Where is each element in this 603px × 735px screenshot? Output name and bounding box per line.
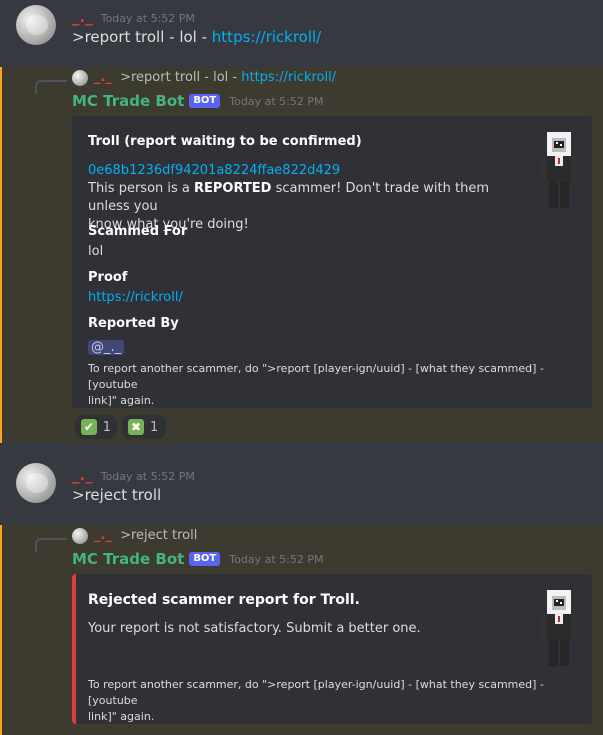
embed-footer: To report another scammer, do ">report [… [88, 361, 578, 409]
reply-username: _._ [94, 528, 112, 543]
reply-text: >reject troll [120, 528, 198, 543]
embed-footer: To report another scammer, do ">report [… [88, 677, 578, 725]
embed-uuid-link[interactable]: 0e68b1236df94201a8224ffae822d429 [88, 162, 340, 180]
embed-title: Rejected scammer report for Troll. [88, 592, 360, 608]
timestamp: Today at 5:52 PM [100, 12, 195, 25]
timestamp: Today at 5:52 PM [229, 552, 324, 566]
footer-text: link]" again. [88, 394, 155, 407]
message-link[interactable]: https://rickroll/ [212, 28, 321, 46]
reaction-count: 1 [150, 419, 159, 435]
reaction-count: 1 [102, 419, 111, 435]
bot-badge: BOT [189, 94, 221, 108]
field-name-scammed-for: Scammed For [88, 224, 188, 239]
message-content: >report troll - lol - https://rickroll/ [72, 28, 321, 46]
field-value-proof[interactable]: https://rickroll/ [88, 290, 183, 305]
reply-text: >report troll - lol - [120, 70, 242, 85]
reply-connector [35, 80, 67, 94]
reply-preview[interactable]: _._ >reject troll [94, 528, 197, 543]
highlight-bar [0, 67, 2, 443]
footer-text: To report another scammer, do ">report [… [88, 678, 544, 707]
skin-thumbnail [540, 132, 578, 208]
bot-username[interactable]: MC Trade Bot [72, 92, 184, 110]
field-name-reported-by: Reported By [88, 316, 179, 331]
username[interactable]: _._ [72, 8, 93, 26]
footer-text: To report another scammer, do ">report [… [88, 362, 544, 391]
reply-connector [35, 538, 67, 552]
user-avatar[interactable] [16, 463, 56, 503]
desc-bold: REPORTED [194, 181, 272, 196]
reaction-check[interactable]: ✔ 1 [75, 415, 117, 439]
check-mark-icon: ✔ [81, 419, 97, 435]
message-text: >report troll - lol - [72, 28, 212, 46]
field-value-scammed-for: lol [88, 244, 104, 259]
bot-badge: BOT [189, 552, 221, 566]
username[interactable]: _._ [72, 466, 93, 484]
user-mention[interactable]: @_._ [88, 340, 125, 355]
skin-thumbnail [540, 590, 578, 666]
embed-title: Troll (report waiting to be confirmed) [88, 134, 362, 149]
footer-text: link]" again. [88, 710, 155, 723]
reaction-cross[interactable]: ✖ 1 [122, 415, 166, 439]
reply-preview[interactable]: _._ >report troll - lol - https://rickro… [94, 70, 336, 85]
desc-text: This person is a [88, 181, 195, 196]
field-name-proof: Proof [88, 270, 128, 285]
reply-avatar [72, 70, 88, 86]
reply-username: _._ [94, 70, 112, 85]
timestamp: Today at 5:52 PM [229, 94, 324, 108]
highlight-bar [0, 525, 2, 735]
timestamp: Today at 5:52 PM [100, 470, 195, 483]
bot-username[interactable]: MC Trade Bot [72, 550, 184, 568]
message-content: >reject troll [72, 486, 162, 504]
embed-color-bar [72, 574, 76, 724]
reply-avatar [72, 528, 88, 544]
cross-mark-icon: ✖ [128, 419, 144, 435]
embed-description: Your report is not satisfactory. Submit … [88, 621, 421, 636]
reply-link[interactable]: https://rickroll/ [241, 70, 336, 85]
user-avatar[interactable] [16, 5, 56, 45]
